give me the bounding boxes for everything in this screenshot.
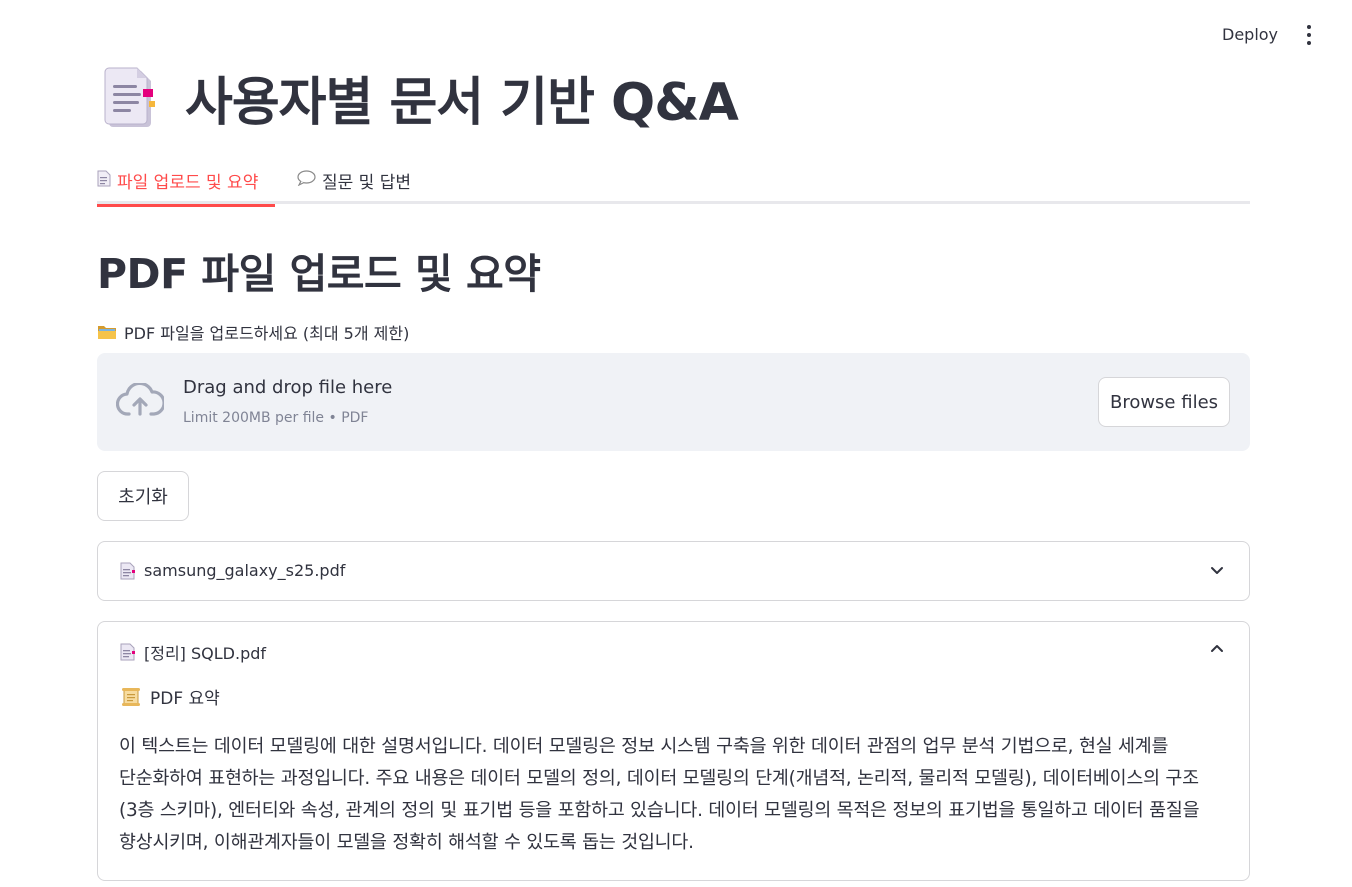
cloud-upload-icon: [115, 381, 166, 419]
document-icon: [120, 562, 136, 580]
expander-header[interactable]: samsung_galaxy_s25.pdf: [98, 542, 1249, 600]
uploader-label: PDF 파일을 업로드하세요 (최대 5개 제한): [97, 320, 409, 344]
section-heading: PDF 파일 업로드 및 요약: [97, 250, 541, 298]
more-vertical-icon[interactable]: [1300, 25, 1318, 47]
dropzone-limit: Limit 200MB per file • PDF: [183, 410, 369, 426]
file-name: [정리] SQLD.pdf: [144, 644, 267, 663]
expander-header[interactable]: [정리] SQLD.pdf: [98, 622, 1249, 678]
file-expander: [정리] SQLD.pdf PDF 요약 이 텍스트는 데이터 모델링에 대한 …: [97, 621, 1250, 881]
file-expander: samsung_galaxy_s25.pdf: [97, 541, 1250, 601]
app-title: 사용자별 문서 기반 Q&A: [103, 62, 739, 133]
document-icon: [103, 65, 159, 129]
browse-files-button[interactable]: Browse files: [1098, 377, 1230, 427]
tab-label: 파일 업로드 및 요약: [117, 172, 259, 193]
file-name: samsung_galaxy_s25.pdf: [144, 561, 346, 580]
chevron-down-icon: [1209, 562, 1225, 578]
deploy-button[interactable]: Deploy: [1214, 23, 1286, 46]
folder-icon: [97, 324, 117, 340]
tab-bar: 파일 업로드 및 요약 질문 및 답변: [97, 156, 1250, 207]
dropzone-instructions: Drag and drop file here: [183, 377, 393, 398]
expander-title: [정리] SQLD.pdf: [120, 640, 266, 664]
summary-text: 이 텍스트는 데이터 모델링에 대한 설명서입니다. 데이터 모델링은 정보 시…: [119, 736, 1200, 853]
expander-title: samsung_galaxy_s25.pdf: [120, 561, 345, 580]
tab-upload-summary[interactable]: 파일 업로드 및 요약: [97, 156, 275, 207]
speech-bubble-icon: [297, 170, 316, 190]
tab-label: 질문 및 답변: [322, 172, 412, 193]
tab-qa[interactable]: 질문 및 답변: [297, 156, 411, 204]
chevron-up-icon: [1209, 641, 1225, 657]
document-icon: [97, 170, 111, 191]
app-header: Deploy: [0, 0, 1352, 60]
reset-button[interactable]: 초기화: [97, 471, 189, 521]
uploader-label-text: PDF 파일을 업로드하세요 (최대 5개 제한): [124, 324, 410, 343]
document-icon: [120, 643, 136, 661]
summary-label: PDF 요약: [120, 684, 220, 709]
page-title: 사용자별 문서 기반 Q&A: [185, 72, 739, 133]
scroll-icon: [120, 687, 142, 707]
summary-label-text: PDF 요약: [150, 689, 220, 709]
file-dropzone[interactable]: Drag and drop file here Limit 200MB per …: [97, 353, 1250, 451]
